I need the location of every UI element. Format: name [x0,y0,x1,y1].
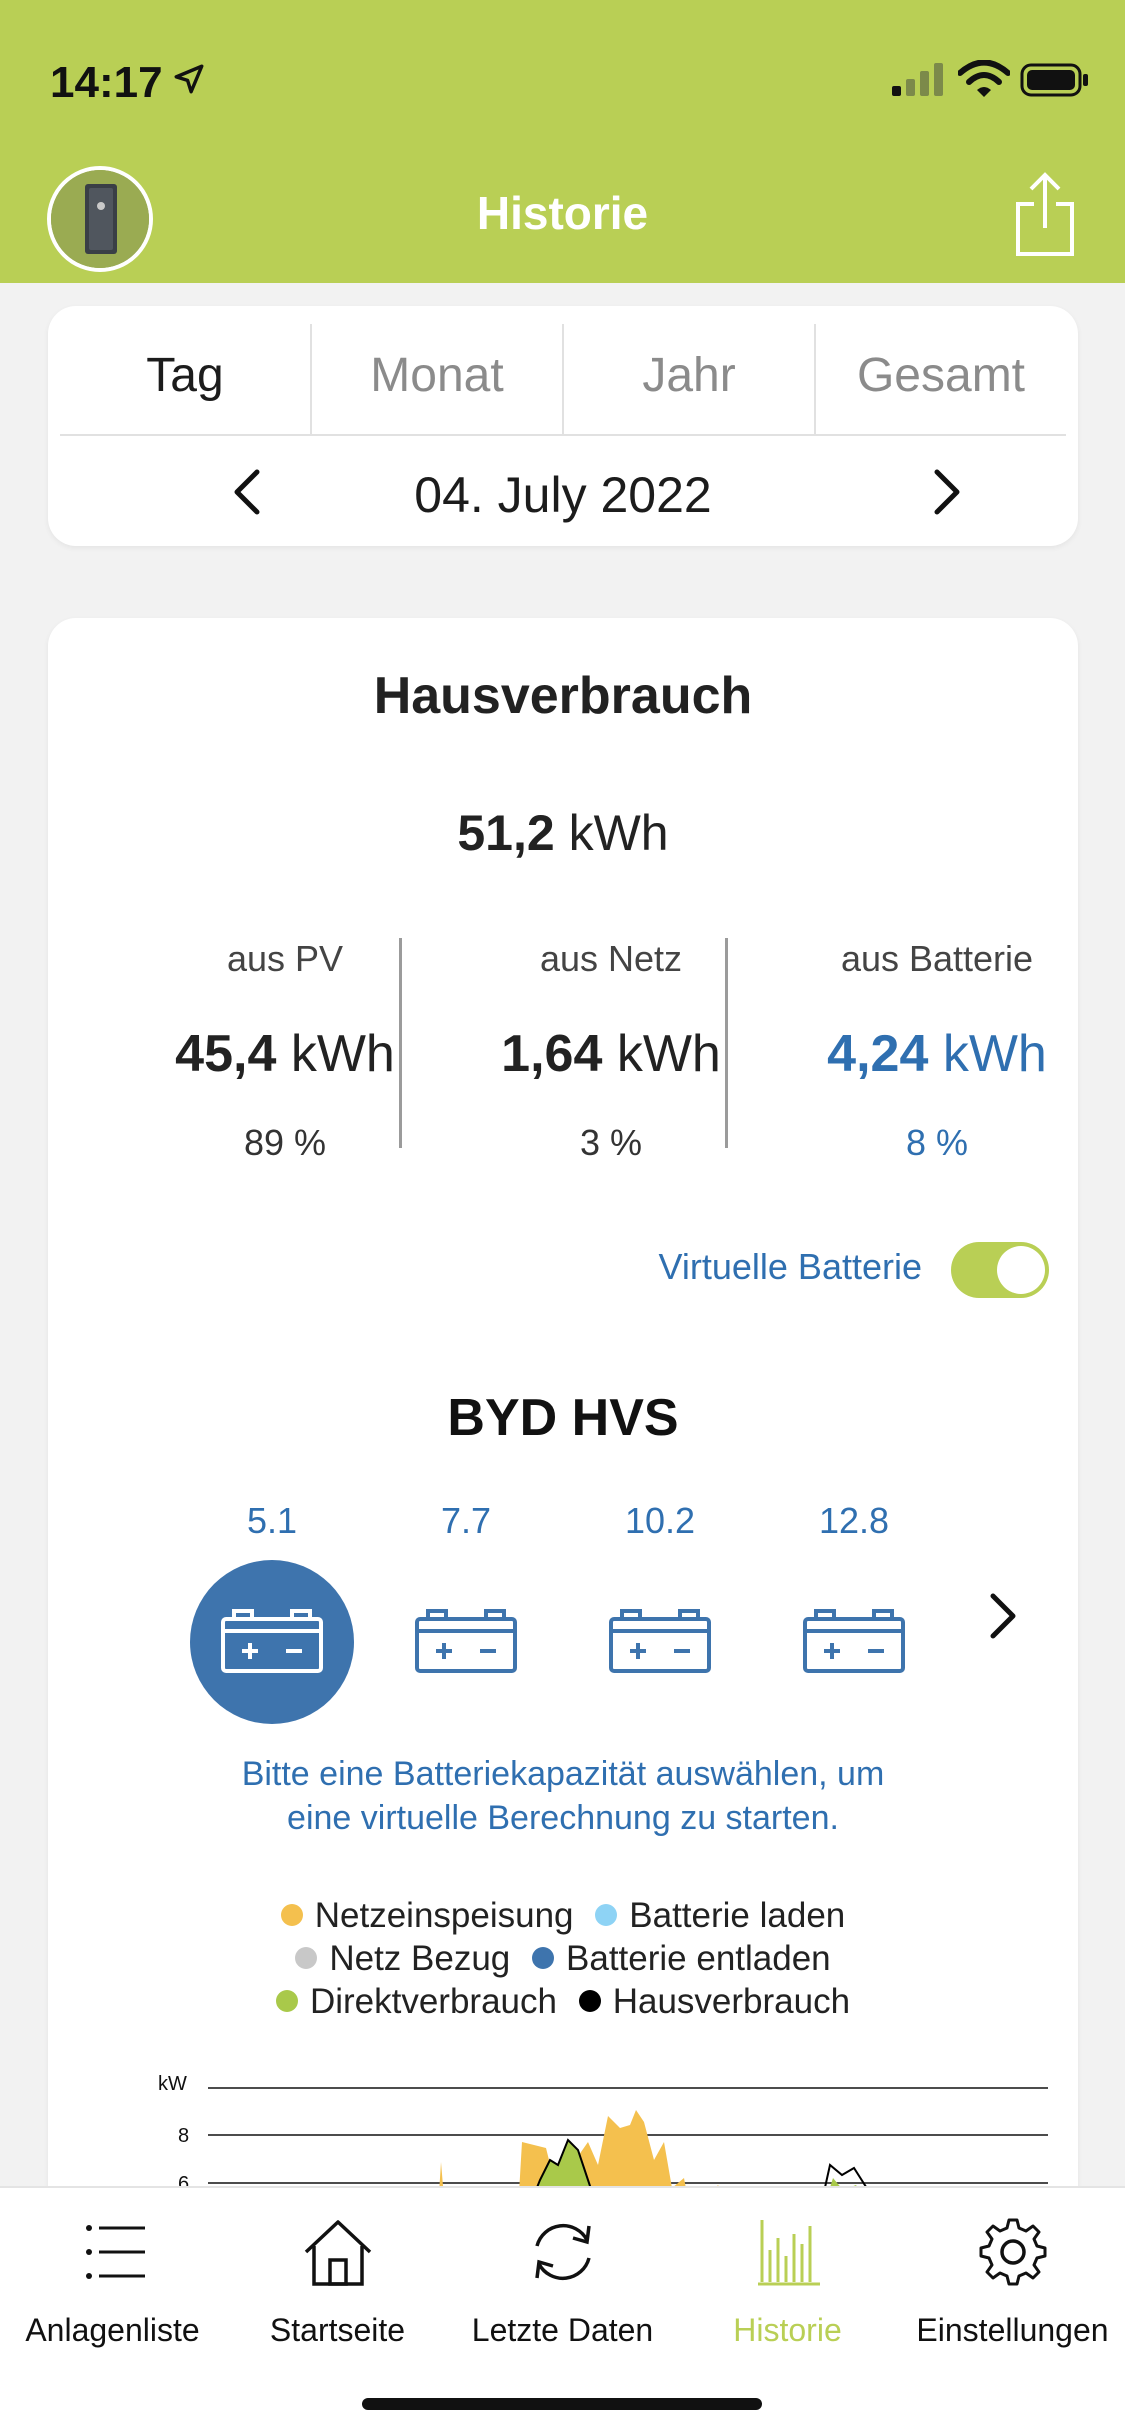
home-icon [304,2220,371,2286]
legend-label: Direktverbrauch [309,1982,557,2021]
tab-label: Letzte Daten [471,2312,654,2348]
legend-dot [532,1947,555,1969]
tab-monat[interactable]: Monat [312,324,564,434]
divider [399,938,402,1148]
battery-icon [803,1609,905,1673]
battery-icon [221,1609,323,1673]
legend-item[interactable]: Netz Bezug [295,1937,510,1980]
legend-label: Batterie laden [629,1896,846,1935]
legend-row: Netz Bezug Batterie entladen [48,1937,1078,1980]
capacity-label: 7.7 [440,1500,492,1541]
capacity-label: 5.1 [246,1500,298,1541]
chevron-right-icon[interactable] [921,464,971,520]
legend-row: Netzeinspeisung Batterie laden [48,1894,1078,1937]
page-title: Historie [476,187,649,239]
share-icon[interactable] [1010,170,1080,260]
source-batterie: aus Batterie 4,24 kWh 8 % [774,938,1100,1164]
chart-legend: Netzeinspeisung Batterie laden Netz Bezu… [48,1894,1078,2023]
tab-label: Startseite [269,2312,406,2348]
wifi-icon [958,60,1010,97]
capacity-option-1[interactable]: 5.1 [190,1500,354,1724]
cellular-signal-icon [892,63,943,96]
period-tabs: Tag Monat Jahr Gesamt [60,324,1066,436]
y-tick-label: 8 [178,2125,189,2147]
legend-dot [595,1904,618,1926]
period-selector-card: Tag Monat Jahr Gesamt 04. July 2022 [48,306,1078,546]
location-arrow-icon [174,64,204,94]
capacity-option-4[interactable]: 12.8 [772,1500,936,1673]
battery-icon [609,1609,711,1673]
source-label: aus Batterie [840,938,1034,979]
toggle-knob [997,1246,1045,1294]
bar-chart-icon [757,2220,820,2286]
tab-historie[interactable]: Historie [675,2214,900,2349]
refresh-icon [534,2223,591,2281]
legend-item[interactable]: Direktverbrauch [275,1980,557,2023]
legend-dot [280,1904,303,1926]
chevron-right-icon[interactable] [985,1586,1021,1646]
total-consumption: 51,2 kWh [48,804,1078,862]
source-percent: 8 % [905,1122,969,1163]
hint-line: Bitte eine Batteriekapazität auswählen, … [241,1755,885,1793]
tab-anlagenliste[interactable]: Anlagenliste [0,2214,225,2349]
legend-item[interactable]: Hausverbrauch [578,1980,851,2023]
tab-letzte-daten[interactable]: Letzte Daten [450,2214,675,2349]
bottom-tab-bar: Anlagenliste Startseite Letzte Daten His… [0,2186,1125,2436]
source-value: 1,64 [501,1025,603,1083]
legend-label: Batterie entladen [566,1939,831,1978]
app-header: 14:17 Historie [0,0,1125,283]
legend-label: Netzeinspeisung [314,1896,574,1935]
source-unit: kWh [290,1025,395,1083]
tab-label: Anlagenliste [25,2312,200,2348]
battery-icon [415,1609,517,1673]
tab-einstellungen[interactable]: Einstellungen [900,2214,1125,2349]
legend-label: Netz Bezug [329,1939,511,1978]
source-unit: kWh [942,1025,1047,1083]
legend-item[interactable]: Batterie entladen [532,1937,831,1980]
total-value: 51,2 [457,805,555,861]
legend-item[interactable]: Netzeinspeisung [280,1894,574,1937]
capacity-button[interactable] [772,1560,936,1724]
virtual-battery-label: Virtuelle Batterie [658,1246,922,1287]
capacity-label: 12.8 [818,1500,890,1541]
source-unit: kWh [616,1025,721,1083]
tab-gesamt[interactable]: Gesamt [816,324,1066,434]
capacity-button-selected[interactable] [190,1560,354,1724]
capacity-option-2[interactable]: 7.7 [384,1500,548,1673]
list-icon [85,2225,145,2279]
capacity-button[interactable] [578,1560,742,1724]
consumption-card: Hausverbrauch 51,2 kWh aus PV 45,4 kWh 8… [48,618,1078,2436]
battery-title: BYD HVS [447,1389,679,1447]
source-value-row: 4,24 kWh [774,1024,1100,1084]
tab-label: Historie [733,2312,842,2348]
date-navigator: 04. July 2022 [48,436,1078,546]
source-value: 45,4 [175,1025,277,1083]
gear-icon [979,2218,1046,2286]
legend-dot [275,1990,298,2012]
tab-label: Einstellungen [916,2312,1109,2348]
total-unit: kWh [568,805,669,861]
capacity-hint: Bitte eine Batteriekapazität auswählen, … [128,1752,998,1840]
legend-label: Hausverbrauch [612,1982,851,2021]
capacity-option-3[interactable]: 10.2 [578,1500,742,1673]
capacity-label: 10.2 [624,1500,696,1541]
legend-dot [578,1990,601,2012]
hint-line: eine virtuelle Berechnung zu starten. [287,1799,839,1837]
status-time: 14:17 [50,58,163,107]
consumption-title: Hausverbrauch [373,667,753,725]
home-indicator [362,2398,762,2410]
tab-tag[interactable]: Tag [60,324,312,434]
legend-item[interactable]: Batterie laden [595,1894,845,1937]
legend-row: Direktverbrauch Hausverbrauch [48,1980,1078,2023]
capacity-button[interactable] [384,1560,548,1724]
legend-dot [295,1947,318,1969]
battery-status-icon [1020,63,1088,97]
y-axis-unit: kW [158,2073,187,2095]
tab-startseite[interactable]: Startseite [225,2214,450,2349]
divider [725,938,728,1148]
source-value: 4,24 [827,1025,929,1083]
tab-jahr[interactable]: Jahr [564,324,816,434]
virtual-battery-toggle[interactable] [951,1242,1049,1298]
